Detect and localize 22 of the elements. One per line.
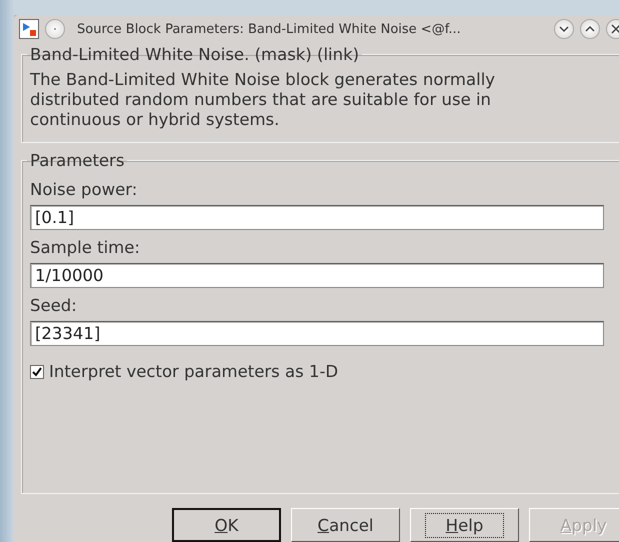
dialog-button[interactable]: Cancel xyxy=(291,508,400,542)
field-label: Noise power: xyxy=(30,180,138,199)
group-title: Parameters xyxy=(29,151,126,170)
description-text: The Band-Limited White Noise block generates normally distributed random numbers that are suitable for use in continuous or hybrid systems. xyxy=(30,70,496,130)
chevron-up-icon xyxy=(585,25,595,33)
input-field[interactable]: [0.1] xyxy=(30,205,604,230)
dialog-button[interactable]: Help xyxy=(410,508,519,542)
checkbox[interactable] xyxy=(30,364,44,378)
checkbox-label: Interpret vector parameters as 1-D xyxy=(49,362,338,381)
window-title: Source Block Parameters: Band-Limited White Noise <@f... xyxy=(77,22,462,36)
input-field[interactable]: 1/10000 xyxy=(30,263,604,288)
field-label: Seed: xyxy=(30,296,78,315)
dialog-button[interactable]: OK xyxy=(172,508,281,542)
group-title: Band-Limited White Noise. (mask) (link) xyxy=(29,45,360,64)
field-label: Sample time: xyxy=(30,238,141,257)
app-icon xyxy=(19,19,39,39)
input-field[interactable]: [23341] xyxy=(30,321,604,346)
dot-icon xyxy=(53,27,57,31)
maximize-button[interactable] xyxy=(580,19,600,39)
chevron-down-icon xyxy=(559,25,569,33)
close-icon xyxy=(611,24,619,34)
minimize-button[interactable] xyxy=(554,19,574,39)
